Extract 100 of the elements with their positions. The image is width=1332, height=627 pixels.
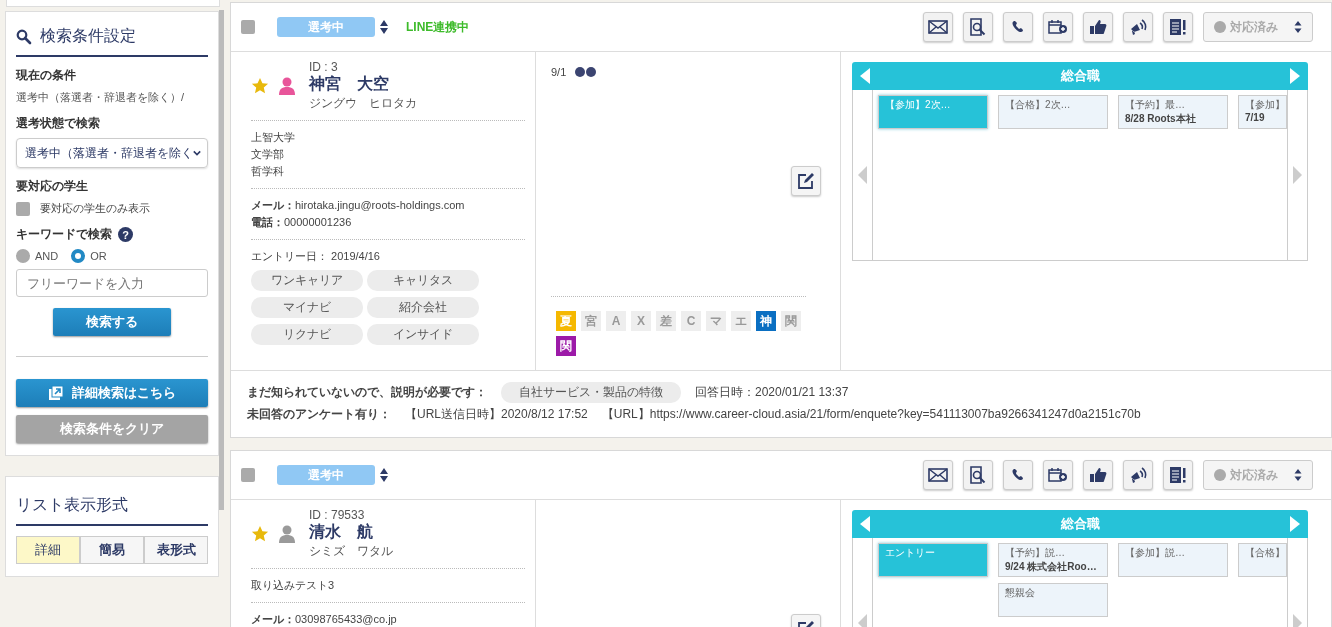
flag-tag[interactable]: 差 <box>656 311 676 331</box>
keyword-input[interactable]: フリーワードを入力 <box>16 269 208 297</box>
scrollbar[interactable] <box>219 10 224 510</box>
step-card[interactable]: 【予約】最… 8/28 Roots本社 <box>1118 95 1228 129</box>
thumb-button[interactable] <box>1083 12 1113 42</box>
clear-button[interactable]: 検索条件をクリア <box>16 415 208 443</box>
section-label: 要対応の学生 <box>16 178 89 195</box>
line-status: LINE連携中 <box>406 18 470 36</box>
star-icon[interactable] <box>251 525 269 543</box>
response-status-select[interactable]: 対応済み <box>1203 12 1313 42</box>
school-info: 哲学科 <box>251 164 285 179</box>
checkbox[interactable] <box>241 20 255 34</box>
calendar-button[interactable] <box>1043 12 1073 42</box>
timeline-header: 総合職 <box>852 510 1308 538</box>
candidate-kana: シミズ ワタル <box>309 543 393 560</box>
mail-button[interactable] <box>923 460 953 490</box>
flag-tag[interactable]: 関 <box>556 336 576 356</box>
flag-tag[interactable]: X <box>631 311 651 331</box>
search-icon <box>16 28 32 45</box>
flag-tag[interactable]: エ <box>731 311 751 331</box>
sort-icon[interactable] <box>380 468 388 482</box>
view-tab[interactable]: 詳細 <box>16 536 80 564</box>
answer-time: 回答日時：2020/01/21 13:37 <box>695 383 849 401</box>
thumb-button[interactable] <box>1083 460 1113 490</box>
checkbox-label: 要対応の学生のみ表示 <box>40 201 150 216</box>
step-card[interactable]: 【参加】2次… <box>878 95 988 129</box>
document-search-icon <box>968 466 988 484</box>
panel-title: 検索条件設定 <box>16 26 208 57</box>
flag-tag[interactable]: A <box>606 311 626 331</box>
survey-question: まだ知られていないので、説明が必要です： <box>247 383 487 401</box>
flag-tag[interactable]: C <box>681 311 701 331</box>
search-button[interactable] <box>963 12 993 42</box>
step-card[interactable]: 【予約】説… 9/24 株式会社Roo… <box>998 543 1108 577</box>
radio-label: AND <box>35 250 59 262</box>
contact-info: メール：03098765433@co.jp <box>251 612 398 627</box>
sound-button[interactable] <box>1123 12 1153 42</box>
dots-icon <box>574 66 599 78</box>
doc-button[interactable] <box>1163 12 1193 42</box>
step-card[interactable]: 【合格】2次… <box>998 95 1108 129</box>
phone-button[interactable] <box>1003 460 1033 490</box>
survey-url[interactable]: 【URL】https://www.career-cloud.asia/21/form/enquete?key=541113007ba9266341247d0a2151c70b <box>601 405 1141 423</box>
radio-label: OR <box>90 250 107 262</box>
contact-info: 電話：00000001236 <box>251 215 353 230</box>
search-button[interactable] <box>963 460 993 490</box>
search-button[interactable]: 検索する <box>53 308 171 336</box>
step-card[interactable]: 懇親会 <box>998 583 1108 617</box>
section-label: 選考状態で検索 <box>16 115 101 132</box>
thumbs-up-icon <box>1088 466 1108 484</box>
mail-button[interactable] <box>923 12 953 42</box>
radio-button[interactable] <box>16 249 30 263</box>
entry-date: エントリー日： 2019/4/16 <box>251 249 381 264</box>
candidate-id: ID : 3 <box>309 60 339 74</box>
step-card[interactable]: 【参加】 7/19 <box>1238 95 1287 129</box>
step-card[interactable]: 【参加】説… <box>1118 543 1228 577</box>
sort-icon <box>1294 469 1302 481</box>
step-card[interactable]: エントリー <box>878 543 988 577</box>
media-tag: インサイド <box>367 324 479 345</box>
checkbox[interactable] <box>241 468 255 482</box>
envelope-icon <box>928 18 948 36</box>
media-tag: マイナビ <box>251 297 363 318</box>
radio-button[interactable] <box>71 249 86 263</box>
media-tag: リクナビ <box>251 324 363 345</box>
step-card[interactable]: 【合格】 <box>1238 543 1287 577</box>
external-window-icon <box>48 385 64 401</box>
sort-icon <box>1294 21 1302 33</box>
panel-title: リスト表示形式 <box>16 495 208 526</box>
star-icon[interactable] <box>251 77 269 95</box>
view-tab[interactable]: 簡易 <box>80 536 144 564</box>
advanced-search-button[interactable]: 詳細検索はこちら <box>16 379 208 407</box>
phone-button[interactable] <box>1003 12 1033 42</box>
calendar-plus-icon <box>1048 18 1068 36</box>
sent-time: 【URL送信日時】2020/8/12 17:52 <box>405 405 588 423</box>
view-tab[interactable]: 表形式 <box>144 536 208 564</box>
help-icon[interactable]: ? <box>118 227 133 242</box>
checkbox[interactable] <box>16 201 30 216</box>
school-info: 取り込みテスト3 <box>251 578 336 593</box>
candidate-kana: ジングウ ヒロタカ <box>309 95 417 112</box>
flag-tag[interactable]: マ <box>706 311 726 331</box>
chevron-down-icon <box>193 149 201 157</box>
memo-date: 9/1 <box>551 64 567 80</box>
flag-tag[interactable]: 宮 <box>581 311 601 331</box>
thumbs-up-icon <box>1088 18 1108 36</box>
flag-tag[interactable]: 神 <box>756 311 776 331</box>
sort-icon[interactable] <box>380 20 388 34</box>
edit-icon <box>797 172 815 190</box>
media-tag: ワンキャリア <box>251 270 363 291</box>
school-info: 上智大学 <box>251 130 296 145</box>
edit-button[interactable] <box>791 166 821 196</box>
document-alert-icon <box>1168 18 1188 36</box>
status-select[interactable]: 選考中（落選者・辞退者を除く <box>16 138 208 168</box>
section-label: キーワードで検索 <box>16 226 112 243</box>
calendar-button[interactable] <box>1043 460 1073 490</box>
doc-button[interactable] <box>1163 460 1193 490</box>
document-search-icon <box>968 18 988 36</box>
section-label: 現在の条件 <box>16 67 77 84</box>
timeline-header: 総合職 <box>852 62 1308 90</box>
sound-button[interactable] <box>1123 460 1153 490</box>
response-status-select[interactable]: 対応済み <box>1203 460 1313 490</box>
flag-tag[interactable]: 関 <box>781 311 801 331</box>
candidate-name: 神宮 大空 <box>309 74 390 94</box>
